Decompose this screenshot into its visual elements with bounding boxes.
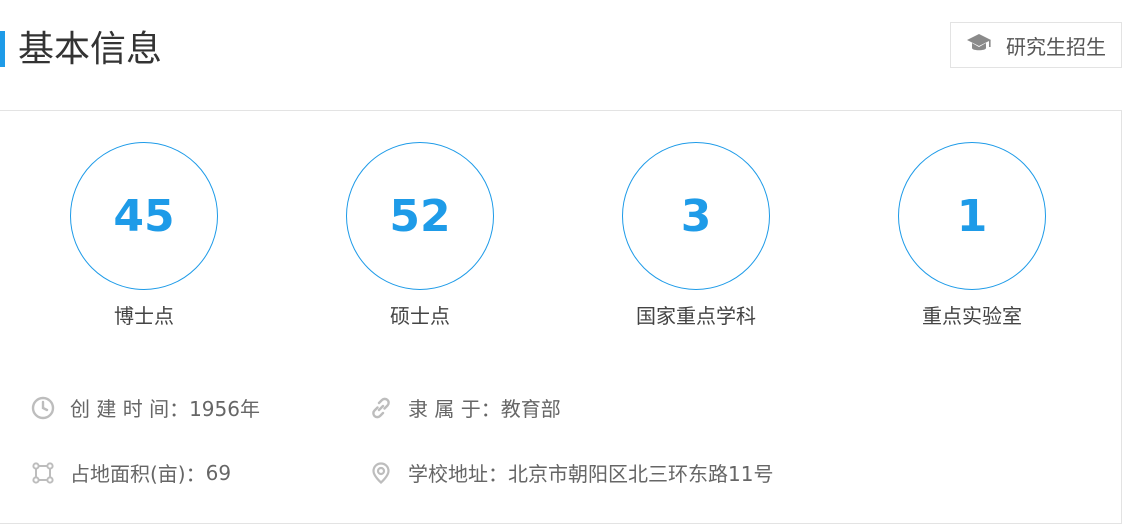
- stat-national-key-disciplines: 3 国家重点学科: [576, 142, 816, 329]
- stat-key-laboratories: 1 重点实验室: [852, 142, 1092, 329]
- stat-circle: 45: [70, 142, 218, 290]
- stat-value: 45: [113, 190, 175, 242]
- graduation-cap-icon: [966, 32, 992, 58]
- location-icon: [368, 460, 394, 486]
- stat-value: 52: [389, 190, 451, 242]
- title-accent-bar: [0, 31, 5, 67]
- header: 基本信息 研究生招生: [0, 0, 1134, 100]
- graduate-admission-label: 研究生招生: [1006, 34, 1106, 59]
- area-icon: [30, 460, 56, 486]
- info-affiliation-value: 教育部: [500, 397, 561, 421]
- stat-label: 硕士点: [390, 304, 450, 328]
- info-area: 占地面积(亩)： 69: [30, 458, 231, 487]
- stat-circle: 52: [346, 142, 494, 290]
- clock-icon: [30, 395, 56, 421]
- info-affiliation: 隶 属 于： 教育部: [368, 393, 561, 422]
- link-icon: [368, 395, 394, 421]
- info-area-label: 占地面积(亩)：: [70, 462, 206, 486]
- stat-label: 重点实验室: [922, 304, 1022, 328]
- info-address-label: 学校地址：: [408, 462, 508, 486]
- stat-value: 3: [680, 190, 712, 242]
- stat-circle: 1: [898, 142, 1046, 290]
- info-affiliation-label: 隶 属 于：: [408, 397, 501, 421]
- stat-value: 1: [956, 190, 988, 242]
- graduate-admission-button[interactable]: 研究生招生: [950, 22, 1122, 68]
- info-founded: 创 建 时 间： 1956年: [30, 393, 260, 422]
- page-title: 基本信息: [18, 29, 163, 70]
- stat-circle: 3: [622, 142, 770, 290]
- stat-doctoral-programs: 45 博士点: [24, 142, 264, 329]
- stat-label: 博士点: [114, 304, 174, 328]
- info-address-value: 北京市朝阳区北三环东路11号: [508, 462, 774, 486]
- info-panel: 45 博士点 52 硕士点 3 国家重点学科 1 重点实验室 创 建 时 间： …: [0, 110, 1122, 524]
- stat-master-programs: 52 硕士点: [300, 142, 540, 329]
- info-address: 学校地址： 北京市朝阳区北三环东路11号: [368, 458, 773, 487]
- info-founded-value: 1956年: [189, 397, 260, 421]
- stat-label: 国家重点学科: [636, 304, 756, 328]
- info-area-value: 69: [205, 460, 232, 485]
- info-founded-label: 创 建 时 间：: [70, 397, 190, 421]
